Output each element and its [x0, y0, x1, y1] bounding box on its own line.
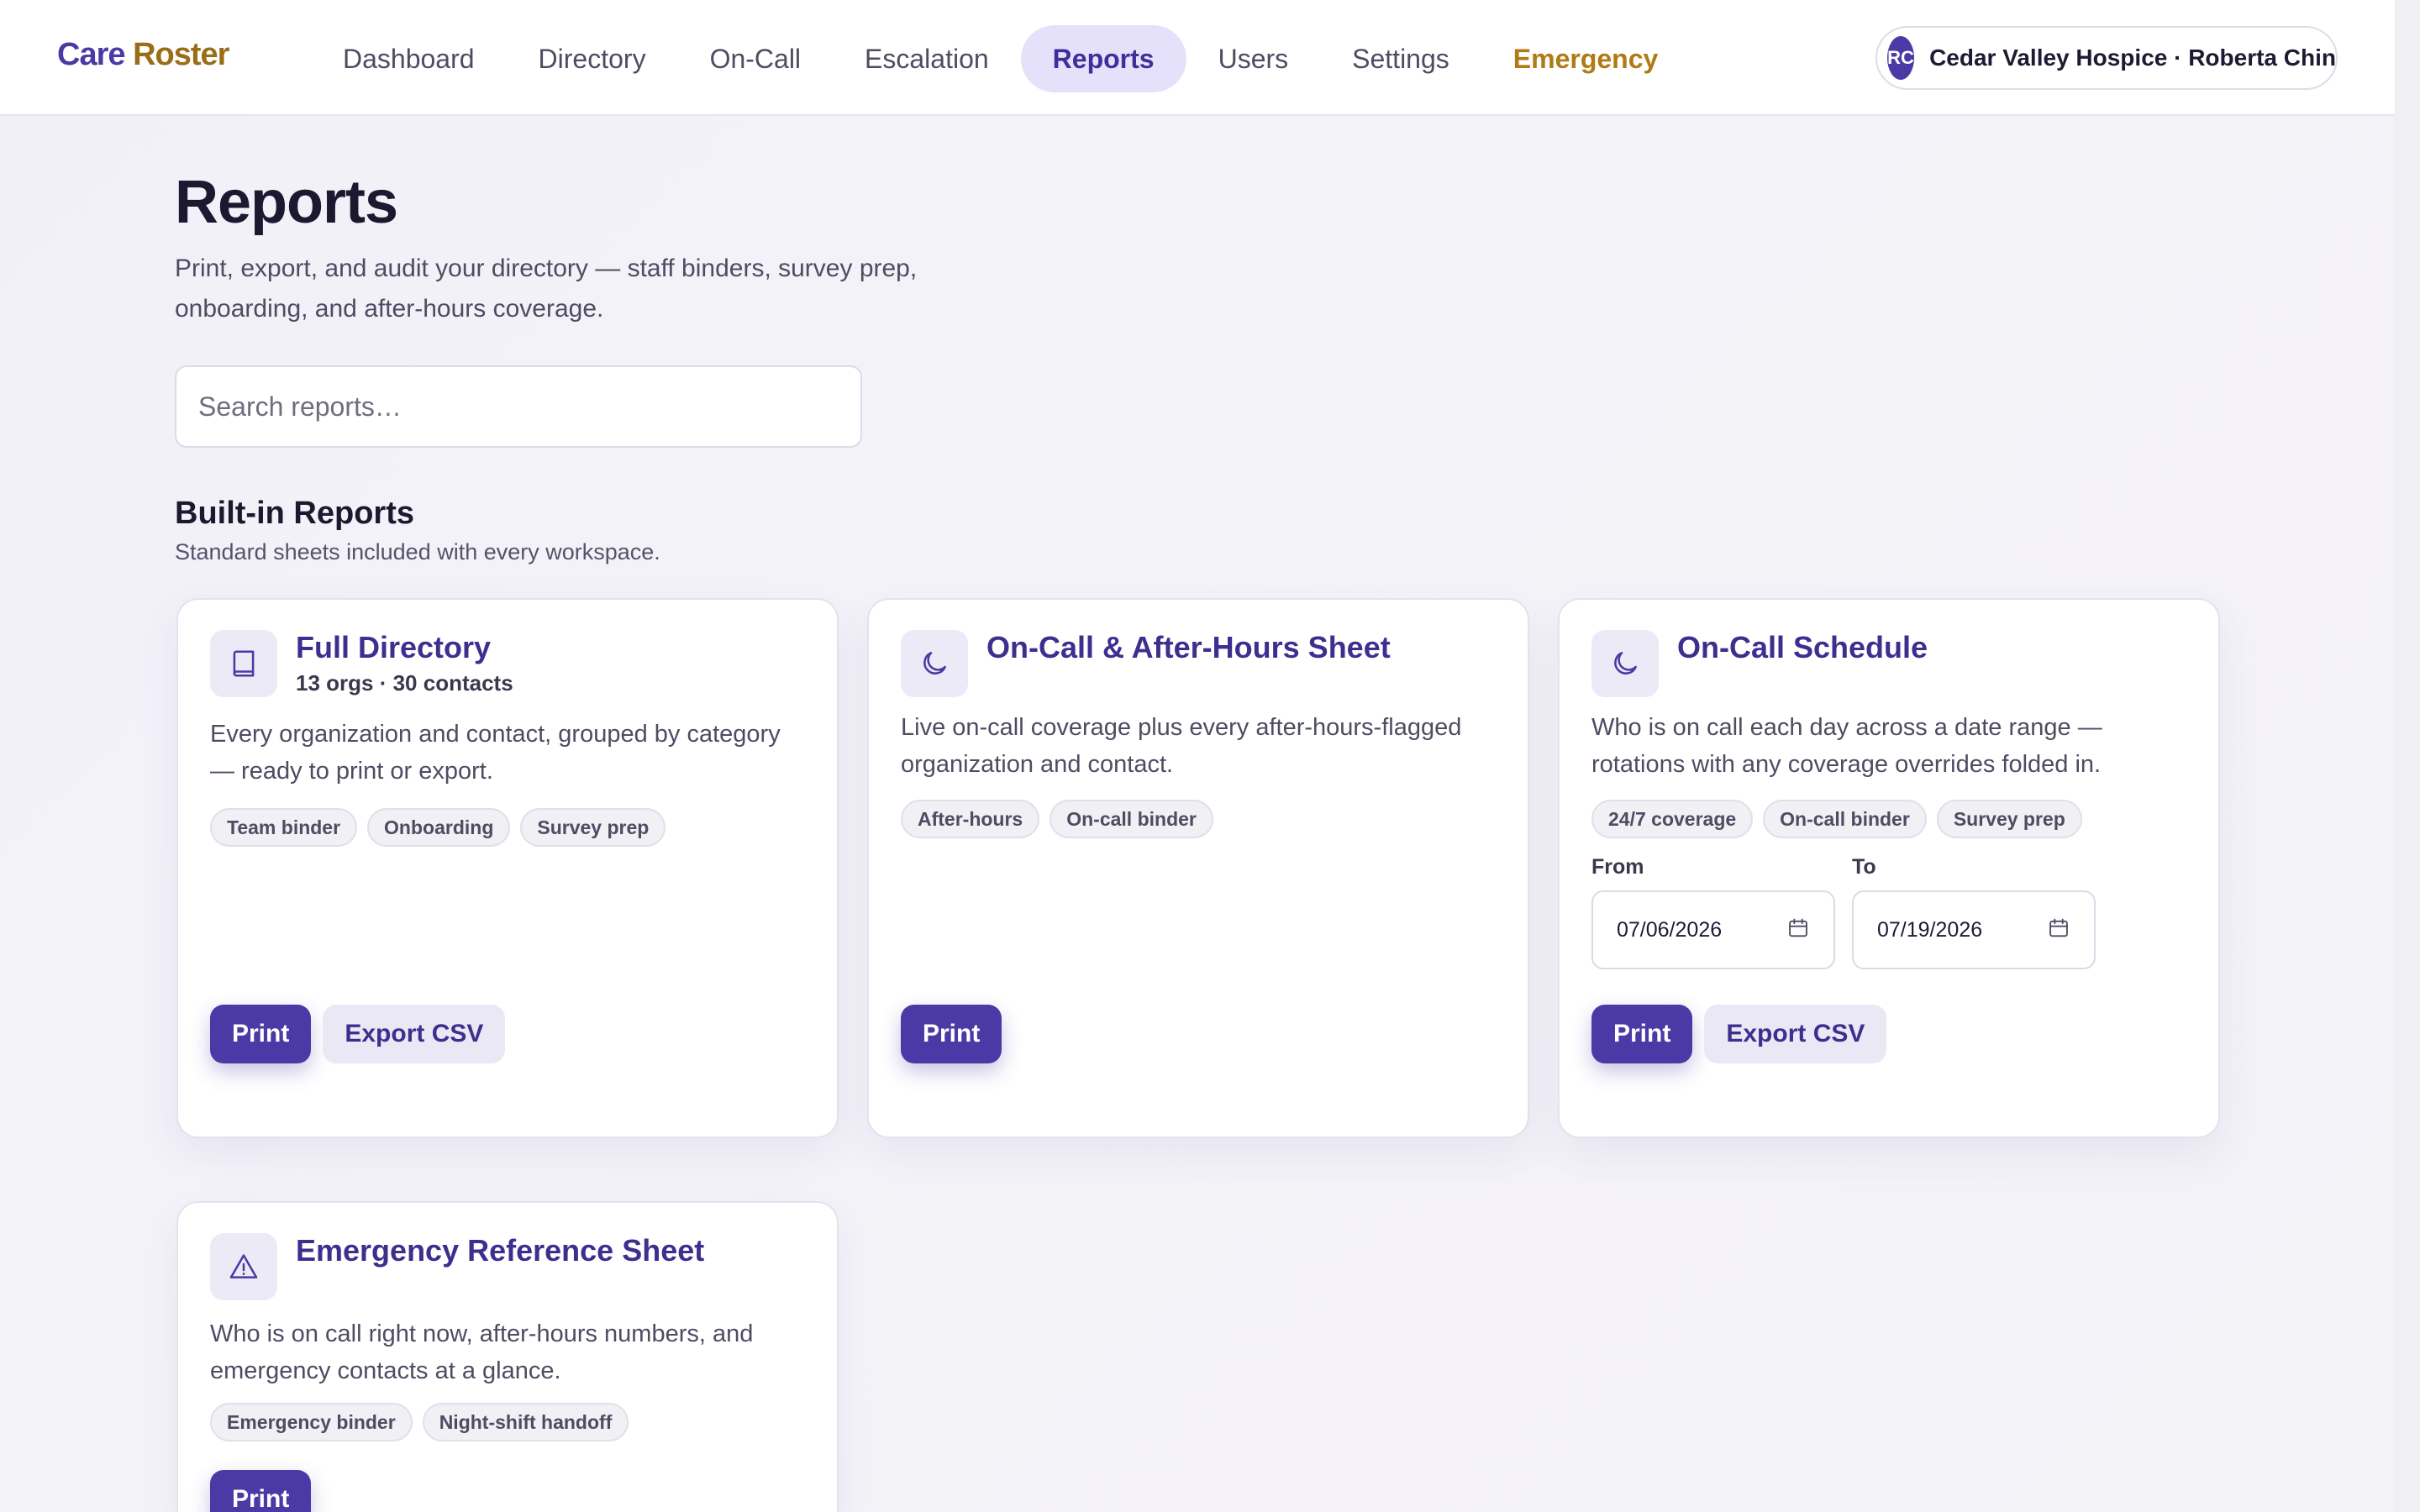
export-csv-button[interactable]: Export CSV [323, 1005, 506, 1063]
print-button[interactable]: Print [901, 1005, 1002, 1063]
nav-item-emergency[interactable]: Emergency [1481, 25, 1691, 92]
from-date-field[interactable]: 07/06/2026 [1591, 890, 1835, 969]
print-button[interactable]: Print [210, 1470, 312, 1512]
report-card-after-hours: On-Call & After-Hours Sheet Live on-call… [867, 598, 1529, 1138]
to-date-value: 07/19/2026 [1877, 917, 1983, 942]
to-date-label: To [1852, 855, 1876, 879]
moon-icon [1591, 630, 1659, 697]
nav-item-reports[interactable]: Reports [1020, 25, 1186, 92]
card-actions: Print [210, 1470, 312, 1512]
card-actions: Print Export CSV [210, 1005, 506, 1063]
tag: Survey prep [1936, 800, 2082, 838]
nav-item-escalation[interactable]: Escalation [833, 25, 1021, 92]
tag: Survey prep [520, 808, 666, 847]
tag-list: Emergency binder Night-shift handoff [210, 1403, 629, 1441]
print-button[interactable]: Print [1591, 1005, 1693, 1063]
calendar-icon[interactable] [2047, 916, 2070, 944]
tag: Night-shift handoff [422, 1403, 629, 1441]
section-title: Built-in Reports [175, 496, 414, 531]
top-navigation-bar: Care Roster Dashboard Directory On-Call … [0, 0, 2395, 116]
to-date-field[interactable]: 07/19/2026 [1852, 890, 2096, 969]
card-meta: 13 orgs · 30 contacts [296, 670, 513, 696]
tag: Team binder [210, 808, 358, 847]
tag: Onboarding [367, 808, 511, 847]
card-actions: Print Export CSV [1591, 1005, 1887, 1063]
card-description: Who is on call right now, after-hours nu… [210, 1320, 754, 1384]
report-card-emergency: Emergency Reference Sheet Who is on call… [176, 1201, 839, 1512]
account-switcher[interactable]: RC Cedar Valley Hospice · Roberta Chin [1876, 26, 2338, 90]
tag-list: 24/7 coverage On-call binder Survey prep [1591, 800, 2082, 838]
search-input[interactable] [175, 365, 862, 448]
report-card-on-call-schedule: On-Call Schedule Who is on call each day… [1558, 598, 2220, 1138]
card-title: Full Directory [296, 630, 492, 664]
card-description: Who is on call each day across a date ra… [1591, 714, 2102, 778]
brand-logo[interactable]: Care Roster [57, 37, 229, 73]
export-csv-button[interactable]: Export CSV [1704, 1005, 1887, 1063]
tag: On-call binder [1050, 800, 1213, 838]
print-button[interactable]: Print [210, 1005, 312, 1063]
moon-icon [901, 630, 968, 697]
main-nav: Dashboard Directory On-Call Escalation R… [311, 25, 1690, 92]
nav-item-settings[interactable]: Settings [1320, 25, 1481, 92]
nav-item-directory[interactable]: Directory [507, 25, 678, 92]
card-actions: Print [901, 1005, 1002, 1063]
report-card-full-directory: Full Directory 13 orgs · 30 contacts Eve… [176, 598, 839, 1138]
brand-logo-care: Care [57, 37, 125, 72]
scrollbar-track[interactable] [2395, 0, 2420, 1512]
card-description: Live on-call coverage plus every after-h… [901, 714, 1462, 778]
book-icon [210, 630, 277, 697]
tag: 24/7 coverage [1591, 800, 1754, 838]
from-date-label: From [1591, 855, 1644, 879]
nav-item-dashboard[interactable]: Dashboard [311, 25, 507, 92]
section-subtitle: Standard sheets included with every work… [175, 539, 660, 564]
from-date-value: 07/06/2026 [1617, 917, 1723, 942]
page-title: Reports [175, 169, 398, 236]
page-subtitle: Print, export, and audit your directory … [175, 255, 918, 323]
warning-icon [210, 1233, 277, 1300]
tag: On-call binder [1763, 800, 1927, 838]
brand-logo-roster: Roster [133, 37, 229, 72]
nav-item-on-call[interactable]: On-Call [678, 25, 833, 92]
avatar: RC [1887, 36, 1915, 80]
card-title: On-Call Schedule [1677, 630, 1928, 664]
card-description: Every organization and contact, grouped … [210, 721, 781, 785]
nav-item-users[interactable]: Users [1186, 25, 1321, 92]
tag: After-hours [901, 800, 1040, 838]
tag: Emergency binder [210, 1403, 413, 1441]
card-title: On-Call & After-Hours Sheet [986, 630, 1391, 664]
tag-list: After-hours On-call binder [901, 800, 1213, 838]
calendar-icon[interactable] [1786, 916, 1810, 944]
tag-list: Team binder Onboarding Survey prep [210, 808, 666, 847]
card-title: Emergency Reference Sheet [296, 1233, 705, 1268]
account-label: Cedar Valley Hospice · Roberta Chin [1929, 45, 2336, 71]
